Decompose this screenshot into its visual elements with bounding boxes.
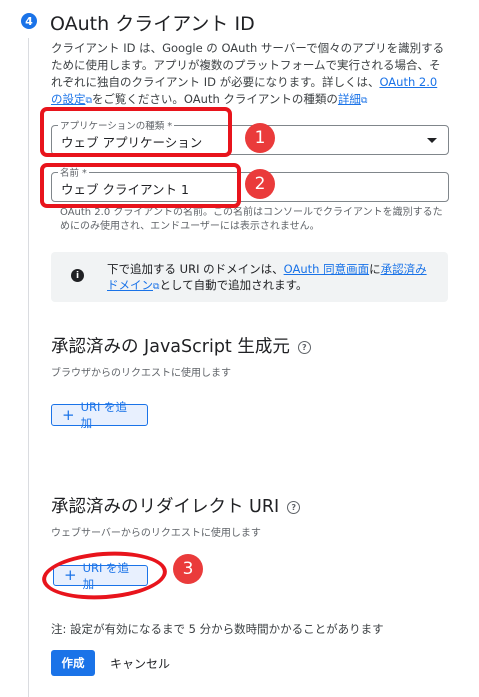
chevron-down-icon — [427, 138, 437, 143]
info-text: 下で追加する URI のドメインは、OAuth 同意画面に承認済みドメイン⧉とし… — [107, 262, 427, 292]
plus-icon: + — [62, 405, 75, 424]
annotation-badge-1: 1 — [245, 123, 275, 153]
oauth-consent-screen-link[interactable]: OAuth 同意画面 — [284, 262, 369, 276]
name-hint-text: OAuth 2.0 クライアントの名前。この名前はコンソールでクライアントを識別… — [60, 207, 443, 232]
section-title: OAuth クライアント ID — [50, 13, 255, 35]
info-icon: i — [71, 269, 84, 282]
propagation-note: 注: 設定が有効になるまで 5 分から数時間かかることがあります — [51, 622, 384, 636]
annotation-badge-3: 3 — [173, 554, 203, 584]
create-button[interactable]: 作成 — [51, 650, 95, 676]
step-number-badge: 4 — [21, 13, 37, 29]
client-type-details-link[interactable]: 詳細 — [338, 92, 361, 106]
add-js-origin-button[interactable]: + URI を追加 — [51, 400, 148, 430]
cancel-button[interactable]: キャンセル — [110, 655, 170, 672]
js-origins-heading: 承認済みの JavaScript 生成元? — [51, 333, 311, 358]
section-description: クライアント ID は、Google の OAuth サーバーで個々のアプリを識… — [51, 41, 445, 106]
redirect-uris-heading: 承認済みのリダイレクト URI? — [51, 493, 301, 518]
external-link-icon: ⧉ — [360, 96, 368, 106]
help-icon[interactable]: ? — [287, 500, 301, 514]
annotation-box-name — [40, 163, 241, 208]
redirect-uris-subtitle: ウェブサーバーからのリクエストに使用します — [51, 528, 261, 539]
help-icon[interactable]: ? — [297, 340, 311, 354]
annotation-badge-2: 2 — [245, 169, 275, 199]
js-origins-subtitle: ブラウザからのリクエストに使用します — [51, 368, 231, 379]
info-box: i 下で追加する URI のドメインは、OAuth 同意画面に承認済みドメイン⧉… — [51, 252, 448, 302]
step-rail — [28, 38, 29, 697]
annotation-ellipse-add-uri — [40, 547, 169, 604]
annotation-box-app-type — [40, 107, 232, 157]
